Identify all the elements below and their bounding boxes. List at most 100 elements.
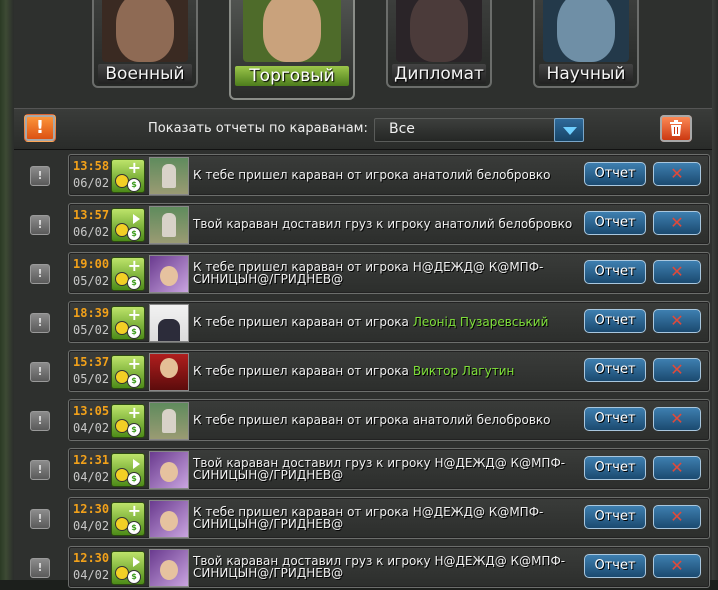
row-checkbox[interactable]: ! [30,460,50,480]
science-advisor-portrait [543,0,629,62]
list-item: ! 12:30 04/02 $ Твой караван доставил гр… [14,544,712,590]
report-text: К тебе пришел караван от игрока Н@ДЕЖД@ … [193,505,544,531]
report-button[interactable]: Отчет [584,260,646,284]
incoming-caravan-icon: $ + [111,306,145,340]
report-time: 19:00 [73,257,110,271]
row-checkbox[interactable]: ! [30,313,50,333]
list-item: ! 13:05 04/02 $ + К тебе пришел караван … [14,397,712,443]
coin-icon: $ [127,521,141,535]
close-icon: ✕ [670,507,684,526]
avatar[interactable] [149,255,189,293]
tab-trade-label: Торговый [235,66,349,86]
report-text: К тебе пришел караван от игрока анатолий… [193,168,551,182]
report-time: 13:57 [73,208,110,222]
report-time: 15:37 [73,355,110,369]
report-button[interactable]: Отчет [584,211,646,235]
report-date: 06/02 [73,225,110,239]
player-link[interactable]: Виктор Лагутин [413,364,514,378]
delete-button[interactable]: ✕ [653,162,701,186]
incoming-caravan-icon: $ + [111,355,145,389]
report-message: К тебе пришел караван от игрока Н@ДЕЖД@ … [193,502,573,534]
play-arrow-icon [133,459,140,469]
tab-military-label: Военный [98,64,192,84]
delete-button[interactable]: ✕ [653,407,701,431]
avatar[interactable] [149,206,189,244]
delete-button[interactable]: ✕ [653,309,701,333]
row-checkbox[interactable]: ! [30,166,50,186]
report-button[interactable]: Отчет [584,358,646,382]
report-time: 18:39 [73,306,110,320]
report-message: К тебе пришел караван от игрока Н@ДЕЖД@ … [193,257,573,289]
report-entry: 12:31 04/02 $ Твой караван доставил груз… [68,448,710,490]
delete-all-button[interactable] [660,115,692,142]
row-checkbox[interactable]: ! [30,411,50,431]
report-button[interactable]: Отчет [584,309,646,333]
tab-science[interactable]: Научный [533,0,639,88]
report-message: К тебе пришел караван от игрока анатолий… [193,404,573,436]
avatar[interactable] [149,353,189,391]
delete-button[interactable]: ✕ [653,456,701,480]
military-advisor-portrait [102,0,188,62]
report-button[interactable]: Отчет [584,456,646,480]
tab-trade[interactable]: Торговый [229,0,355,100]
report-entry: 12:30 04/02 $ + К тебе пришел караван от… [68,497,710,539]
report-button[interactable]: Отчет [584,554,646,578]
report-message: К тебе пришел караван от игрока Леонід Пу… [193,306,573,338]
close-icon: ✕ [670,360,684,379]
trade-advisor-portrait [243,0,341,62]
outgoing-caravan-icon: $ [111,208,145,242]
list-item: ! 13:58 06/02 $ + К тебе пришел караван … [14,152,712,198]
player-link[interactable]: Леонід Пузаревський [413,315,549,329]
plus-icon: + [127,403,141,422]
report-message: К тебе пришел караван от игрока Виктор Ла… [193,355,573,387]
row-checkbox[interactable]: ! [30,215,50,235]
report-button[interactable]: Отчет [584,407,646,431]
row-checkbox[interactable]: ! [30,558,50,578]
delete-button[interactable]: ✕ [653,211,701,235]
report-date: 04/02 [73,421,110,435]
list-item: ! 18:39 05/02 $ + К тебе пришел караван … [14,299,712,345]
coin-icon: $ [127,423,141,437]
report-button[interactable]: Отчет [584,162,646,186]
delete-button[interactable]: ✕ [653,358,701,382]
avatar[interactable] [149,157,189,195]
report-message: Твой караван доставил груз к игроку Н@ДЕ… [193,551,573,583]
list-item: ! 12:30 04/02 $ + К тебе пришел караван … [14,495,712,541]
delete-button[interactable]: ✕ [653,554,701,578]
tab-diplomat[interactable]: Дипломат [386,0,492,88]
caravan-report-list: ! 13:58 06/02 $ + К тебе пришел караван … [14,152,712,588]
avatar[interactable] [149,549,189,587]
report-time: 12:31 [73,453,110,467]
avatar[interactable] [149,304,189,342]
report-entry: 15:37 05/02 $ + К тебе пришел караван от… [68,350,710,392]
chevron-down-icon[interactable] [554,118,584,142]
row-checkbox[interactable]: ! [30,509,50,529]
report-button[interactable]: Отчет [584,505,646,529]
incoming-caravan-icon: $ + [111,257,145,291]
tab-military[interactable]: Военный [92,0,198,88]
report-entry: 12:30 04/02 $ Твой караван доставил груз… [68,546,710,588]
plus-icon: + [127,501,141,520]
report-text: К тебе пришел караван от игрока [193,315,409,329]
delete-button[interactable]: ✕ [653,505,701,529]
avatar[interactable] [149,402,189,440]
list-item: ! 12:31 04/02 $ Твой караван доставил гр… [14,446,712,492]
report-entry: 13:05 04/02 $ + К тебе пришел караван от… [68,399,710,441]
close-icon: ✕ [670,409,684,428]
filter-bar: ! Показать отчеты по караванам: Все [14,108,712,150]
incoming-caravan-icon: $ + [111,159,145,193]
play-arrow-icon [133,214,140,224]
row-checkbox[interactable]: ! [30,362,50,382]
coin-icon: $ [127,570,141,584]
avatar[interactable] [149,451,189,489]
plus-icon: + [127,354,141,373]
report-text: Твой караван доставил груз к игроку Н@ДЕ… [193,456,566,482]
mark-all-button[interactable]: ! [24,114,56,142]
caravan-filter-select[interactable]: Все [374,118,584,142]
close-icon: ✕ [670,213,684,232]
report-text: К тебе пришел караван от игрока Н@ДЕЖД@ … [193,260,544,286]
row-checkbox[interactable]: ! [30,264,50,284]
avatar[interactable] [149,500,189,538]
delete-button[interactable]: ✕ [653,260,701,284]
close-icon: ✕ [670,262,684,281]
